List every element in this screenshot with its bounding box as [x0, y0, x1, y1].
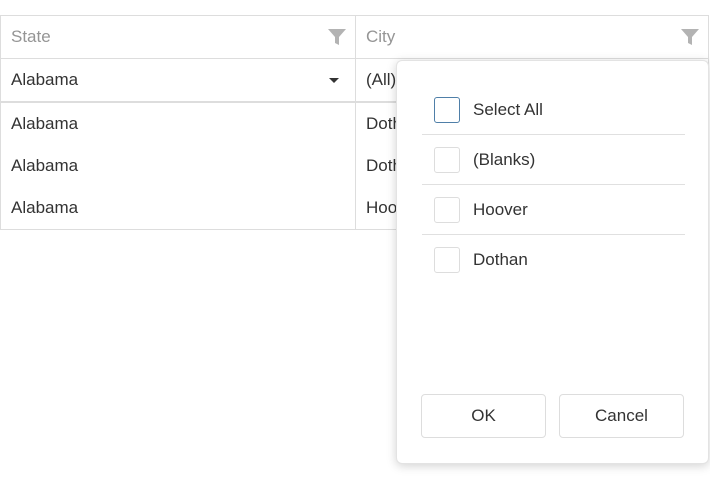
cell-state[interactable]: Alabama: [1, 103, 356, 145]
state-filter-select[interactable]: Alabama: [1, 59, 356, 101]
cell-state-text: Alabama: [11, 198, 79, 217]
cell-state-text: Alabama: [11, 156, 79, 175]
cell-state-text: Alabama: [11, 114, 79, 133]
list-item-label: Hoover: [473, 199, 528, 219]
checkbox[interactable]: [434, 196, 460, 223]
cell-state[interactable]: Alabama: [1, 145, 356, 187]
header-row: State City: [1, 16, 708, 58]
checkbox[interactable]: [434, 246, 460, 273]
list-item-label: (Blanks): [473, 149, 536, 169]
filter-popup: Select All (Blanks) Hoover Dothan OK Can…: [396, 60, 709, 464]
ok-button[interactable]: OK: [421, 394, 546, 438]
header-city-label: City: [366, 27, 396, 46]
filter-value-list: Select All (Blanks) Hoover Dothan: [422, 85, 685, 284]
funnel-icon[interactable]: [680, 27, 700, 47]
caret-down-icon[interactable]: [329, 78, 339, 83]
cell-state[interactable]: Alabama: [1, 187, 356, 229]
checkbox[interactable]: [434, 146, 460, 173]
list-item-select-all[interactable]: Select All: [422, 85, 685, 135]
cancel-button[interactable]: Cancel: [559, 394, 684, 438]
list-item-blanks[interactable]: (Blanks): [422, 135, 685, 185]
header-state[interactable]: State: [1, 16, 356, 58]
header-state-label: State: [11, 27, 51, 46]
list-item-dothan[interactable]: Dothan: [422, 235, 685, 284]
list-item-label: Select All: [473, 99, 543, 119]
state-filter-value: Alabama: [11, 70, 79, 89]
list-item-label: Dothan: [473, 249, 528, 269]
funnel-icon[interactable]: [327, 27, 347, 47]
list-item-hoover[interactable]: Hoover: [422, 185, 685, 235]
city-filter-value: (All): [366, 70, 397, 89]
header-city[interactable]: City: [356, 16, 708, 58]
checkbox[interactable]: [434, 96, 460, 123]
